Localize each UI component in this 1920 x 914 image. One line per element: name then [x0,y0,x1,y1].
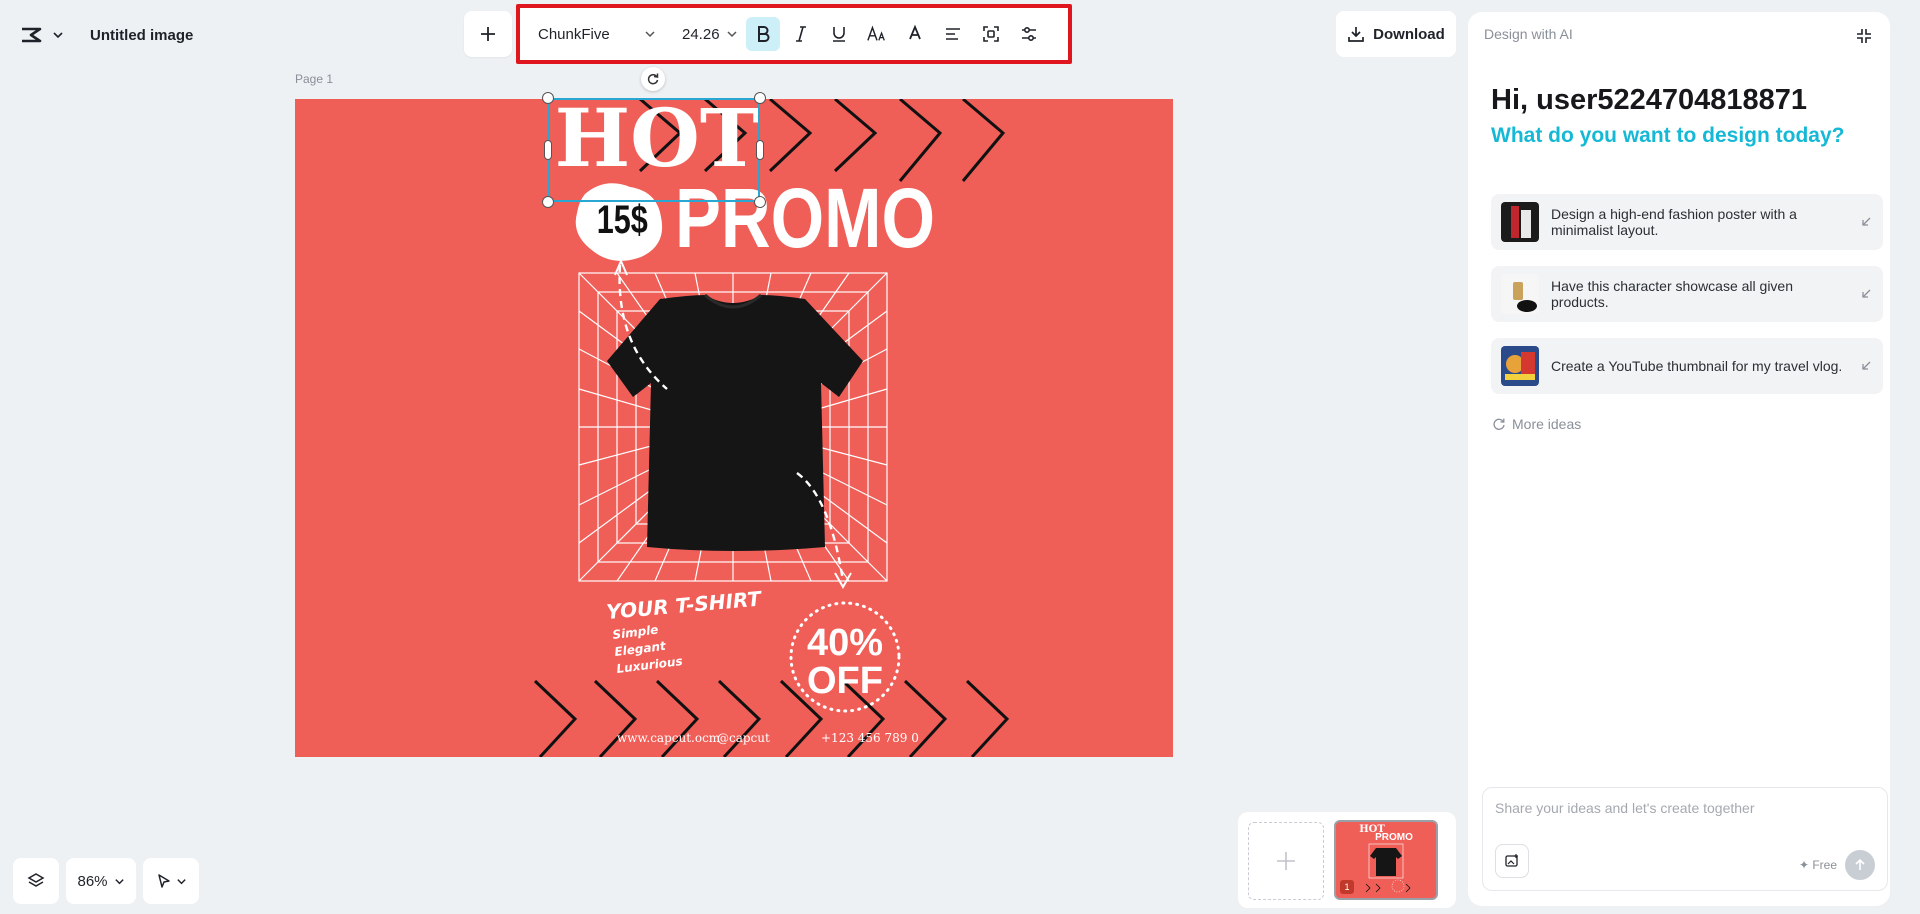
footer-handle: @capcut [717,731,770,745]
page-thumbnail-1[interactable]: HOT PROMO 1 [1334,820,1438,900]
chevron-down-icon [114,878,124,884]
font-size-value: 24.26 [682,25,720,43]
zoom-select[interactable]: 86% [66,858,136,904]
plus-icon [481,27,495,41]
rotate-icon [647,73,659,85]
arrow-down-left-icon [1862,289,1871,298]
greeting-subheading: What do you want to design today? [1491,124,1845,147]
design-canvas[interactable]: 15$ HOT PROMO YOUR T-SHIRT Simple Elegan… [295,99,1173,757]
underline-button[interactable] [822,17,856,51]
idea-thumbnail [1501,202,1539,242]
bottom-chevrons [533,679,1010,757]
image-add-icon [1505,854,1518,867]
tagline-text: YOUR T-SHIRT [605,586,763,624]
text-color-button[interactable] [898,17,932,51]
idea-thumbnail [1501,274,1539,314]
adjust-button[interactable] [1012,17,1046,51]
download-icon [1348,27,1365,42]
align-left-icon [946,28,960,40]
chevron-down-icon [176,878,186,884]
idea-card-fashion-poster[interactable]: Design a high-end fashion poster with a … [1491,194,1883,250]
chevron-down-icon [645,31,655,38]
idea-card-youtube-thumbnail[interactable]: Create a YouTube thumbnail for my travel… [1491,338,1883,394]
attach-image-button[interactable] [1495,844,1529,878]
sliders-icon [1022,26,1036,42]
plus-icon [1277,852,1295,870]
font-size-select[interactable]: 24.26 [682,26,742,43]
text-case-icon [867,25,885,41]
download-button[interactable]: Download [1336,11,1456,57]
frame-icon [983,26,999,42]
align-button[interactable] [936,17,970,51]
resize-handle-w[interactable] [544,140,552,160]
idea-text: Design a high-end fashion poster with a … [1551,206,1797,238]
idea-text: Create a YouTube thumbnail for my travel… [1551,358,1843,374]
price-text: 15$ [597,199,648,243]
bold-button[interactable] [746,17,780,51]
ai-design-panel: Design with AI Hi, user5224704818871 Wha… [1468,12,1890,906]
discount-percent: 40% [807,622,883,664]
feature-simple: Simple [612,622,659,642]
refresh-icon [1493,418,1505,430]
italic-button[interactable] [784,17,818,51]
idea-card-character-showcase[interactable]: Have this character showcase all given p… [1491,266,1883,322]
brand: Untitled image [18,22,193,48]
chevron-down-icon[interactable] [52,29,64,41]
layers-button[interactable] [13,858,59,904]
page-thumbnails: HOT PROMO 1 [1238,812,1456,908]
cursor-icon [157,874,170,888]
resize-handle-nw[interactable] [542,92,554,104]
collapse-icon[interactable] [1854,26,1874,46]
more-ideas-button[interactable]: More ideas [1492,416,1581,432]
arrow-up-icon [1855,858,1865,870]
underline-icon [833,27,845,42]
rotate-handle[interactable] [641,67,665,91]
footer-website: www.capcut.ocm [617,731,721,745]
thumbnail-promo: PROMO [1375,832,1413,843]
panel-header: Design with AI [1484,26,1573,42]
capcut-logo-icon[interactable] [18,22,44,48]
download-label: Download [1373,25,1445,43]
pointer-tool-select[interactable] [143,858,199,904]
page-label: Page 1 [295,72,334,86]
resize-handle-e[interactable] [756,140,764,160]
text-case-button[interactable] [860,17,894,51]
text-toolbar: ChunkFive 24.26 [516,4,1072,64]
discount-off: OFF [807,660,883,702]
resize-handle-ne[interactable] [754,92,766,104]
chevron-down-icon [727,31,737,38]
resize-handle-sw[interactable] [542,196,554,208]
document-title[interactable]: Untitled image [90,27,193,44]
effects-button[interactable] [974,17,1008,51]
page-number-badge: 1 [1340,880,1354,894]
more-ideas-label: More ideas [1512,416,1582,432]
headline-promo: PROMO [675,172,935,266]
zoom-value: 86% [77,872,108,890]
add-element-button[interactable] [464,11,512,57]
greeting-heading: Hi, user5224704818871 [1491,84,1808,116]
add-page-button[interactable] [1248,822,1324,900]
arrow-down-left-icon [1862,361,1871,370]
prompt-input[interactable] [1495,800,1875,816]
poster-artwork: 15$ HOT PROMO YOUR T-SHIRT Simple Elegan… [533,99,1010,757]
arrow-down-left-icon [1862,217,1871,226]
footer-phone: +123 456 789 0 [821,731,919,745]
bold-icon [758,26,770,42]
font-family-select[interactable]: ChunkFive [530,26,664,43]
text-color-icon [909,24,921,40]
free-label: ✦ Free [1798,858,1837,872]
layers-icon [27,873,45,887]
send-button[interactable] [1845,850,1875,880]
prompt-box: ✦ Free [1482,787,1888,891]
italic-icon [796,26,806,42]
idea-text: Have this character showcase all given p… [1551,278,1794,310]
idea-thumbnail [1501,346,1539,386]
resize-handle-se[interactable] [754,196,766,208]
font-family-value: ChunkFive [538,25,610,43]
